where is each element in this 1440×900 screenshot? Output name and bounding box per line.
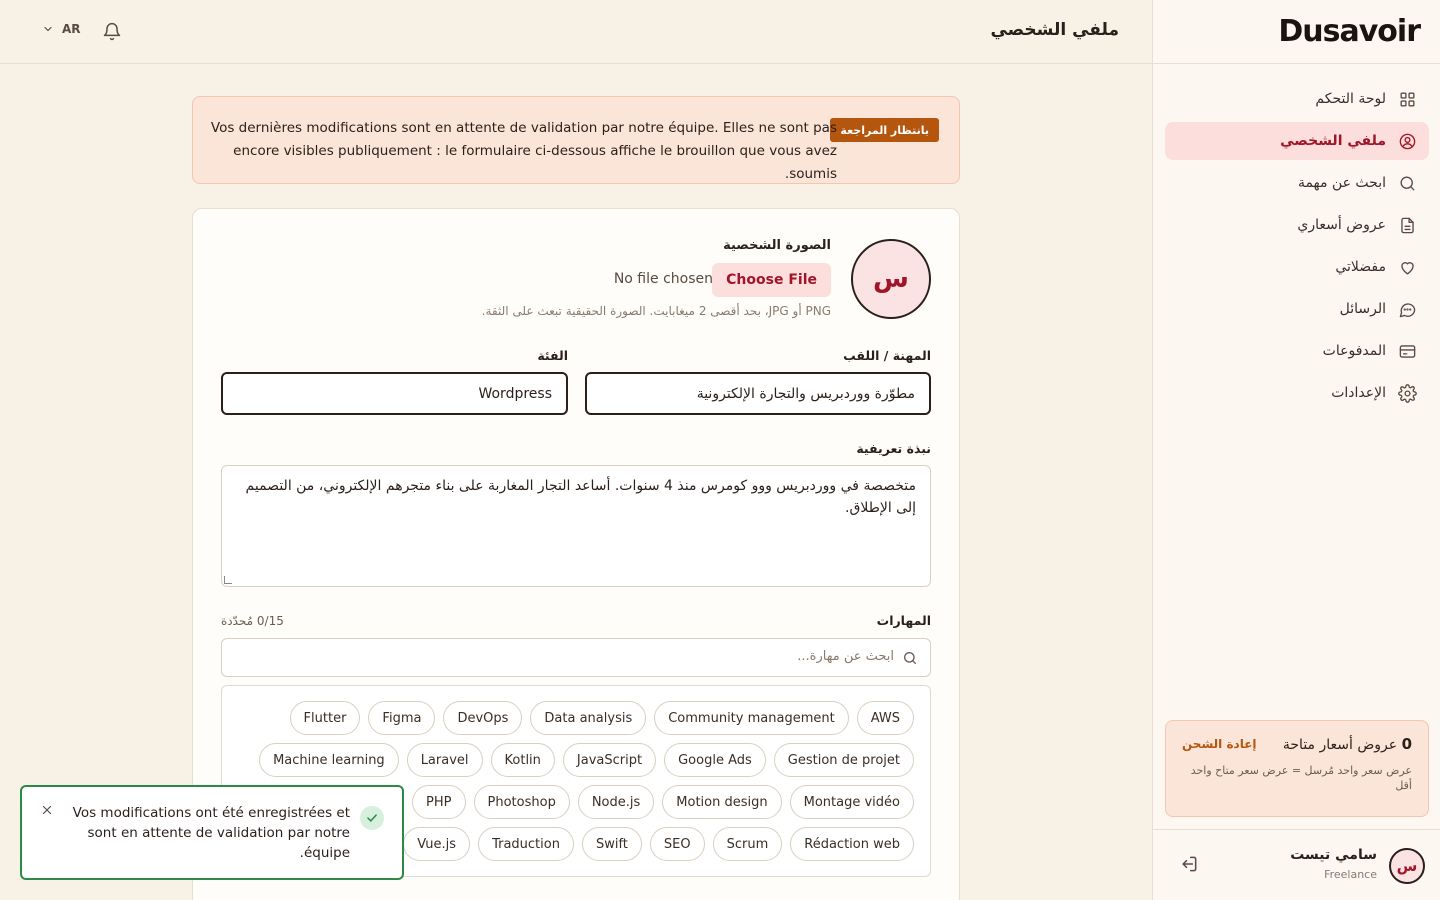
language-label: AR [62, 22, 81, 36]
close-icon[interactable] [40, 803, 54, 817]
skill-chip[interactable]: Gestion de projet [773, 743, 914, 777]
profile-avatar: س [851, 239, 931, 319]
sidebar-item-label: المدفوعات [1322, 343, 1386, 359]
sidebar-item-label: لوحة التحكم [1315, 91, 1386, 107]
skill-chip[interactable]: Google Ads [664, 743, 766, 777]
skill-chip[interactable]: Swift [581, 827, 642, 861]
skill-chip[interactable]: JavaScript [562, 743, 657, 777]
divider [1153, 63, 1440, 64]
card-icon [1399, 344, 1416, 358]
skill-chip[interactable]: AWS [856, 701, 914, 735]
skill-chip[interactable]: Kotlin [490, 743, 555, 777]
document-icon [1401, 217, 1414, 233]
bell-icon[interactable] [102, 22, 122, 42]
skill-chip[interactable]: DevOps [443, 701, 523, 735]
skill-chip[interactable]: Machine learning [259, 743, 399, 777]
page-title: ملفي الشخصي [990, 20, 1119, 40]
skill-chip[interactable]: Figma [368, 701, 436, 735]
skill-chip[interactable]: Vue.js [403, 827, 471, 861]
check-icon [360, 806, 384, 830]
language-switcher[interactable]: AR [42, 22, 81, 36]
skill-chip[interactable]: Rédaction web [790, 827, 914, 861]
sidebar-item-5[interactable]: الرسائل [1165, 290, 1429, 328]
sidebar-item-label: ملفي الشخصي [1280, 133, 1386, 149]
success-toast: Vos modifications ont été enregistrées e… [20, 785, 404, 880]
skill-chip[interactable]: Community management [654, 701, 849, 735]
category-input[interactable]: Wordpress [221, 372, 568, 415]
bio-text: متخصصة في ووردبريس ووو كومرس منذ 4 سنوات… [245, 478, 916, 516]
search-icon [1400, 175, 1415, 191]
skill-chip[interactable]: Flutter [289, 701, 361, 735]
user-circle-icon [1399, 133, 1416, 149]
sidebar-item-3[interactable]: عروض أسعاري [1165, 206, 1429, 244]
photo-label: الصورة الشخصية [723, 238, 831, 253]
skill-chip[interactable]: Traduction [478, 827, 574, 861]
skill-chip[interactable]: Node.js [577, 785, 655, 819]
user-profile: س سامي تيست Freelance [1153, 830, 1440, 900]
heart-icon [1401, 261, 1414, 275]
chevron-down-icon [44, 26, 52, 32]
sidebar-item-7[interactable]: الإعدادات [1165, 374, 1429, 412]
skill-chip[interactable]: SEO [649, 827, 705, 861]
file-status: No file chosen [613, 271, 713, 287]
sidebar-item-6[interactable]: المدفوعات [1165, 332, 1429, 370]
resize-handle[interactable] [224, 576, 232, 584]
grid-icon [1400, 91, 1415, 107]
credits-count: 0 عروض أسعار متاحة [1282, 735, 1412, 753]
skills-label: المهارات [876, 613, 931, 628]
credits-panel: 0 عروض أسعار متاحة إعادة الشحن عرض سعر و… [1165, 720, 1429, 817]
user-role: Freelance [1324, 868, 1377, 881]
bio-textarea[interactable]: متخصصة في ووردبريس ووو كومرس منذ 4 سنوات… [221, 465, 931, 587]
sidebar-item-4[interactable]: مفضلاتي [1165, 248, 1429, 286]
avatar[interactable]: س [1389, 848, 1425, 884]
category-label: الفئة [537, 348, 568, 363]
sidebar-item-label: ابحث عن مهمة [1297, 175, 1386, 191]
sidebar-item-2[interactable]: ابحث عن مهمة [1165, 164, 1429, 202]
search-icon [904, 652, 916, 664]
skills-count: 0/15 مُحدّدة [221, 614, 284, 628]
sidebar: Dusavoir لوحة التحكم ملفي الشخصي ابحث عن م… [1152, 0, 1440, 900]
skill-chip[interactable]: Motion design [662, 785, 782, 819]
top-header: ملفي الشخصي AR [0, 0, 1152, 64]
skill-search-placeholder: ابحث عن مهارة... [797, 649, 894, 664]
job-title-input[interactable]: مطوّرة ووردبريس والتجارة الإلكترونية [585, 372, 931, 415]
banner-message: Vos dernières modifications sont en atte… [210, 120, 837, 182]
bio-label: نبذة تعريفية [856, 441, 931, 456]
sidebar-item-label: عروض أسعاري [1297, 217, 1386, 233]
skill-chip[interactable]: Scrum [712, 827, 783, 861]
logout-icon[interactable] [1179, 854, 1199, 874]
chat-icon [1399, 302, 1416, 317]
credits-note: عرض سعر واحد مُرسل = عرض سعر متاح واحد أ… [1190, 764, 1412, 793]
photo-hint: PNG أو JPG، بحد أقصى 2 ميغابايت. الصورة … [481, 304, 831, 318]
user-name: سامي تيست [1290, 847, 1377, 863]
skill-search-input[interactable]: ابحث عن مهارة... [221, 638, 931, 677]
sidebar-item-0[interactable]: لوحة التحكم [1165, 80, 1429, 118]
brand-logo[interactable]: Dusavoir [1278, 14, 1421, 49]
sidebar-item-label: مفضلاتي [1335, 259, 1386, 275]
skill-chip[interactable]: Data analysis [530, 701, 647, 735]
recharge-link[interactable]: إعادة الشحن [1182, 737, 1257, 751]
choose-file-button[interactable]: Choose File [712, 263, 831, 297]
pending-review-banner: بانتظار المراجعة Vos dernières modificat… [192, 96, 960, 184]
sidebar-item-label: الرسائل [1339, 301, 1386, 317]
sidebar-item-1[interactable]: ملفي الشخصي [1165, 122, 1429, 160]
skill-chip[interactable]: PHP [412, 785, 466, 819]
sidebar-item-label: الإعدادات [1331, 385, 1386, 401]
skill-chip[interactable]: Laravel [406, 743, 483, 777]
pending-badge: بانتظار المراجعة [830, 118, 939, 142]
sidebar-nav: لوحة التحكم ملفي الشخصي ابحث عن مهمة عروض أ… [1165, 80, 1429, 416]
skill-chip[interactable]: Photoshop [473, 785, 570, 819]
gear-icon [1398, 383, 1417, 403]
toast-message: Vos modifications ont été enregistrées e… [72, 805, 350, 861]
job-title-label: المهنة / اللقب [843, 348, 931, 363]
skill-chip[interactable]: Montage vidéo [789, 785, 914, 819]
